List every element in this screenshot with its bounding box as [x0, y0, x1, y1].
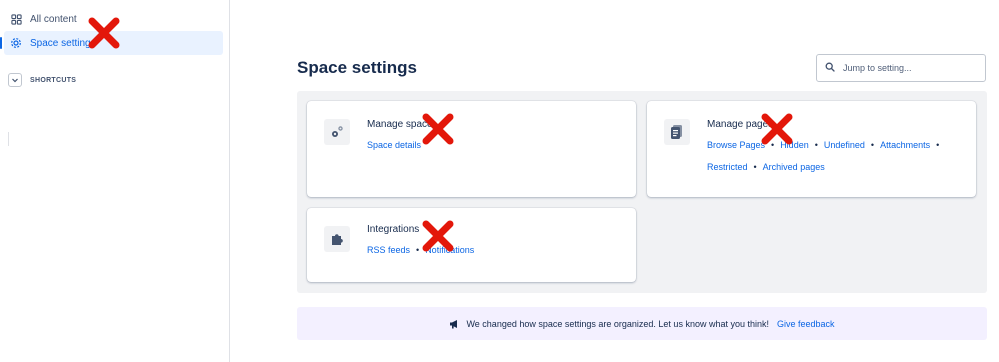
space-details-link[interactable]: Space details: [367, 140, 421, 150]
redaction-x-icon: [88, 17, 120, 49]
puzzle-icon: [324, 226, 350, 252]
search-input[interactable]: [843, 63, 973, 73]
rss-feeds-link[interactable]: RSS feeds: [367, 245, 410, 255]
card-links: Browse Pages • Hidden • Undefined • Attachment…: [707, 140, 940, 172]
archived-pages-link[interactable]: Archived pages: [763, 162, 825, 172]
sidebar: All content Space settings SHORTCUTS: [0, 0, 230, 362]
sidebar-divider: [8, 132, 9, 146]
banner-message: We changed how space settings are organi…: [466, 318, 769, 329]
restricted-link[interactable]: Restricted: [707, 162, 748, 172]
redaction-x-icon: [761, 113, 793, 145]
shortcuts-label: SHORTCUTS: [30, 76, 77, 84]
redaction-x-icon: [422, 113, 454, 145]
grid-icon: [10, 13, 22, 25]
search-icon: [825, 59, 835, 77]
search-box[interactable]: [816, 54, 986, 82]
active-indicator: [0, 37, 2, 49]
settings-panel: Manage space Space details Manage pages …: [297, 91, 987, 293]
manage-pages-card: Manage pages Browse Pages • Hidden • Undefin…: [647, 101, 976, 197]
give-feedback-link[interactable]: Give feedback: [777, 319, 835, 329]
sidebar-item-label: Space settings: [30, 37, 96, 49]
card-title: Integrations: [367, 224, 420, 235]
gears-icon: [324, 119, 350, 145]
gear-icon: [10, 37, 22, 49]
card-links: Space details: [367, 134, 421, 156]
megaphone-icon: [449, 319, 460, 329]
browse-pages-link[interactable]: Browse Pages: [707, 140, 765, 150]
chevron-down-icon[interactable]: [8, 73, 22, 87]
shortcuts-section[interactable]: SHORTCUTS: [8, 73, 76, 87]
page-title: Space settings: [297, 58, 417, 77]
sidebar-item-label: All content: [30, 13, 77, 25]
feedback-banner: We changed how space settings are organi…: [297, 307, 987, 340]
integrations-card: Integrations RSS feeds•Notifications: [307, 208, 636, 282]
manage-space-card: Manage space Space details: [307, 101, 636, 197]
undefined-link[interactable]: Undefined: [824, 140, 865, 150]
document-icon: [664, 119, 690, 145]
redaction-x-icon: [422, 220, 454, 252]
attachments-link[interactable]: Attachments: [880, 140, 930, 150]
